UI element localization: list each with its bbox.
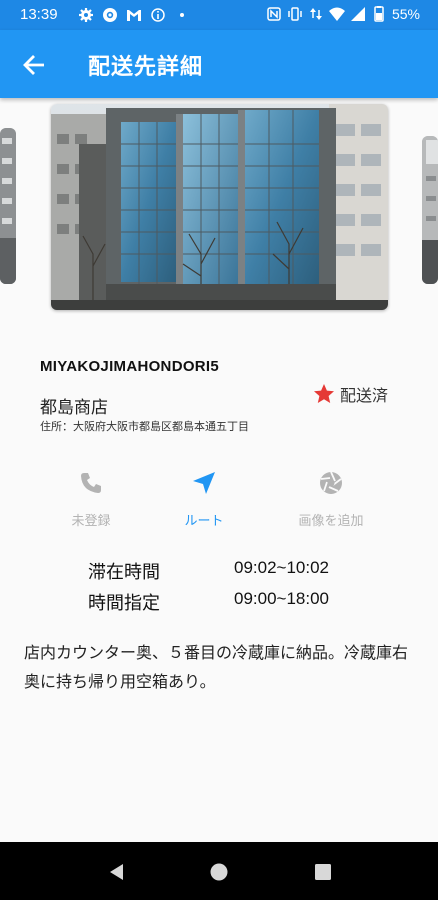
nav-back-icon[interactable]	[106, 861, 128, 883]
wifi-icon	[328, 7, 345, 21]
add-image-label: 画像を追加	[298, 514, 364, 529]
battery-percent: 55%	[391, 6, 420, 22]
navigation-arrow-icon	[193, 472, 215, 494]
info-icon	[151, 8, 165, 22]
nfc-icon	[267, 7, 281, 21]
place-name: 都島商店	[40, 398, 108, 418]
route-label: ルート	[184, 514, 224, 529]
gmail-icon	[127, 10, 141, 21]
camera-shutter-icon	[320, 471, 342, 494]
app-bar: 配送先詳細	[0, 30, 438, 98]
action-bar: 未登録 ルート 画像を追加	[0, 468, 438, 538]
specified-time-row: 時間指定 09:00~18:00	[0, 589, 438, 615]
building-photo[interactable]	[51, 104, 388, 310]
system-indicators: 55%	[266, 6, 420, 22]
place-code: MIYAKOJIMAHONDORI5	[40, 358, 220, 375]
specified-time-value: 09:00~18:00	[234, 589, 330, 608]
status-bar: 13:39 55%	[0, 0, 438, 30]
system-navigation-bar	[0, 842, 438, 900]
stay-time-label: 滞在時間	[88, 562, 160, 583]
dot-icon	[180, 13, 184, 17]
route-button[interactable]: ルート	[149, 468, 259, 529]
previous-photo-thumbnail[interactable]	[0, 128, 16, 284]
star-icon	[314, 384, 334, 403]
nav-recents-icon[interactable]	[312, 861, 334, 883]
place-address: 住所：大阪府大阪市都島区都島本通五丁目	[40, 420, 249, 433]
vibrate-icon	[288, 7, 302, 21]
data-arrows-icon	[309, 8, 322, 20]
nav-home-icon[interactable]	[208, 861, 230, 883]
phone-label: 未登録	[71, 514, 111, 529]
target-icon	[103, 8, 117, 22]
status-time: 13:39	[20, 6, 58, 23]
arrow-left-icon[interactable]	[20, 50, 50, 80]
page-title: 配送先詳細	[88, 55, 204, 80]
phone-button[interactable]: 未登録	[36, 468, 146, 529]
phone-icon	[81, 473, 101, 493]
delivery-status-label: 配送済	[340, 386, 389, 405]
stay-time-value: 09:02~10:02	[234, 558, 330, 577]
next-photo-thumbnail[interactable]	[422, 136, 438, 284]
delivery-note: 店内カウンター奥、５番目の冷蔵庫に納品。冷蔵庫右奥に持ち帰り用空箱あり。	[24, 643, 409, 691]
gear-icon	[79, 8, 93, 22]
notification-icons	[78, 7, 190, 23]
add-image-button[interactable]: 画像を追加	[276, 468, 386, 529]
delivery-status: 配送済	[312, 382, 388, 406]
signal-icon	[350, 7, 365, 21]
specified-time-label: 時間指定	[88, 593, 160, 614]
battery-icon	[374, 6, 384, 22]
stay-time-row: 滞在時間 09:02~10:02	[0, 558, 438, 584]
